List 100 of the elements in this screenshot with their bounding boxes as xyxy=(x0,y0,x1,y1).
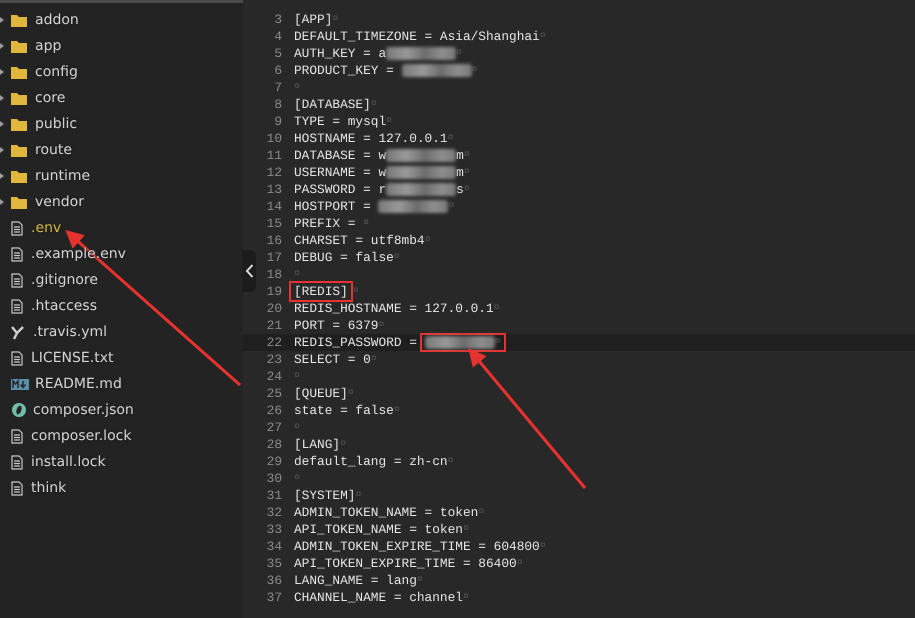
code-text: [DATABASE] xyxy=(294,97,371,112)
expand-icon[interactable] xyxy=(0,95,4,101)
eol-mark: ¤ xyxy=(516,558,523,569)
eol-mark: ¤ xyxy=(332,14,338,25)
eol-mark: ¤ xyxy=(462,592,469,603)
line-number: 12 xyxy=(266,165,282,180)
code-text: ADMIN_TOKEN_NAME = token xyxy=(294,505,478,520)
file-tree-item[interactable]: core xyxy=(35,90,66,106)
code-text: PREFIX = xyxy=(294,216,356,231)
line-number: 31 xyxy=(266,488,282,503)
folder-icon xyxy=(11,170,27,182)
line-number: 37 xyxy=(266,590,282,605)
line-number: 6 xyxy=(273,63,282,78)
file-tree-item[interactable]: public xyxy=(35,116,78,132)
folder-icon xyxy=(11,144,27,156)
eol-mark: ¤ xyxy=(424,235,431,246)
file-tree-item[interactable]: install.lock xyxy=(31,454,106,470)
eol-mark: ¤ xyxy=(464,184,470,195)
eol-mark: ¤ xyxy=(540,541,546,552)
folder-icon xyxy=(11,118,27,130)
file-tree-item[interactable]: .travis.yml xyxy=(33,324,108,340)
code-text: TYPE = mysql xyxy=(294,114,386,129)
file-tree-item[interactable]: vendor xyxy=(35,194,84,210)
code-text: REDIS_HOSTNAME = 127.0.0.1 xyxy=(294,301,494,316)
expand-icon[interactable] xyxy=(0,199,4,205)
eol-mark: ¤ xyxy=(494,303,500,314)
code-text: [APP] xyxy=(294,12,332,27)
expand-icon[interactable] xyxy=(0,69,4,75)
code-text: REDIS_PASSWORD = xyxy=(294,335,418,350)
expand-icon[interactable] xyxy=(0,147,4,153)
line-number: 8 xyxy=(273,97,282,112)
line-number: 3 xyxy=(273,12,282,27)
line-number: 35 xyxy=(266,556,282,571)
eol-mark: ¤ xyxy=(464,167,470,178)
line-number: 11 xyxy=(266,148,282,163)
code-text: CHARSET = utf8mb4 xyxy=(294,233,425,248)
line-number: 20 xyxy=(266,301,282,316)
eol-mark: ¤ xyxy=(294,371,300,382)
file-tree-item[interactable]: route xyxy=(35,142,72,158)
eol-mark: ¤ xyxy=(294,269,300,280)
line-number: 17 xyxy=(266,250,282,265)
line-number: 27 xyxy=(266,420,282,435)
eol-mark: ¤ xyxy=(352,286,359,297)
eol-mark: ¤ xyxy=(340,439,346,450)
code-text: s xyxy=(456,182,464,197)
file-tree-item[interactable]: README.md xyxy=(35,376,122,392)
eol-mark: ¤ xyxy=(448,456,454,467)
eol-mark: ¤ xyxy=(456,48,462,59)
code-text: PORT = 6379 xyxy=(294,318,378,333)
document-icon xyxy=(11,298,23,314)
line-number: 10 xyxy=(266,131,282,146)
eol-mark: ¤ xyxy=(370,354,377,365)
eol-mark: ¤ xyxy=(370,99,377,110)
line-number: 7 xyxy=(273,80,282,95)
eol-mark: ¤ xyxy=(294,473,300,484)
file-tree-item[interactable]: config xyxy=(35,64,78,80)
expand-icon[interactable] xyxy=(0,17,4,23)
code-text: API_TOKEN_EXPIRE_TIME = 86400 xyxy=(294,556,517,571)
file-tree-item[interactable]: runtime xyxy=(35,168,90,184)
code-text: PASSWORD = r xyxy=(294,182,386,197)
chevron-left-icon xyxy=(244,264,254,278)
line-number: 5 xyxy=(273,46,282,61)
expand-icon[interactable] xyxy=(0,121,4,127)
expand-icon[interactable] xyxy=(0,173,4,179)
collapse-handle[interactable] xyxy=(242,250,256,292)
line-number: 13 xyxy=(266,182,282,197)
file-tree-item[interactable]: .gitignore xyxy=(31,272,98,288)
file-tree-item[interactable]: addon xyxy=(35,12,79,28)
eol-mark: ¤ xyxy=(294,82,300,93)
y-icon xyxy=(11,324,25,340)
eol-mark: ¤ xyxy=(394,405,400,416)
document-icon xyxy=(11,350,23,366)
file-tree-item[interactable]: think xyxy=(31,480,66,496)
line-number: 34 xyxy=(266,539,282,554)
folder-icon xyxy=(11,40,27,52)
file-tree-item[interactable]: .env xyxy=(31,220,62,236)
line-number: 24 xyxy=(266,369,282,384)
line-number: 16 xyxy=(266,233,282,248)
line-number: 22 xyxy=(266,335,282,350)
document-icon xyxy=(11,246,23,262)
line-number: 19 xyxy=(266,284,282,299)
code-text: API_TOKEN_NAME = token xyxy=(294,522,463,537)
eol-mark: ¤ xyxy=(363,218,370,229)
file-tree-item[interactable]: LICENSE.txt xyxy=(31,350,114,366)
file-tree-item[interactable]: composer.json xyxy=(33,402,134,418)
file-tree-item[interactable]: composer.lock xyxy=(31,428,132,444)
line-number: 25 xyxy=(266,386,282,401)
folder-icon xyxy=(11,14,27,26)
eol-mark: ¤ xyxy=(540,31,546,42)
code-text: [LANG] xyxy=(294,437,340,452)
expand-icon[interactable] xyxy=(0,43,4,49)
code-text: SELECT = 0 xyxy=(294,352,371,367)
file-tree-item[interactable]: app xyxy=(35,38,62,54)
document-icon xyxy=(11,454,23,470)
eol-mark: ¤ xyxy=(464,150,470,161)
folder-icon xyxy=(11,92,27,104)
file-tree-item[interactable]: .htaccess xyxy=(31,298,97,314)
line-number: 36 xyxy=(266,573,282,588)
code-text: CHANNEL_NAME = channel xyxy=(294,590,463,605)
document-icon xyxy=(11,480,23,496)
